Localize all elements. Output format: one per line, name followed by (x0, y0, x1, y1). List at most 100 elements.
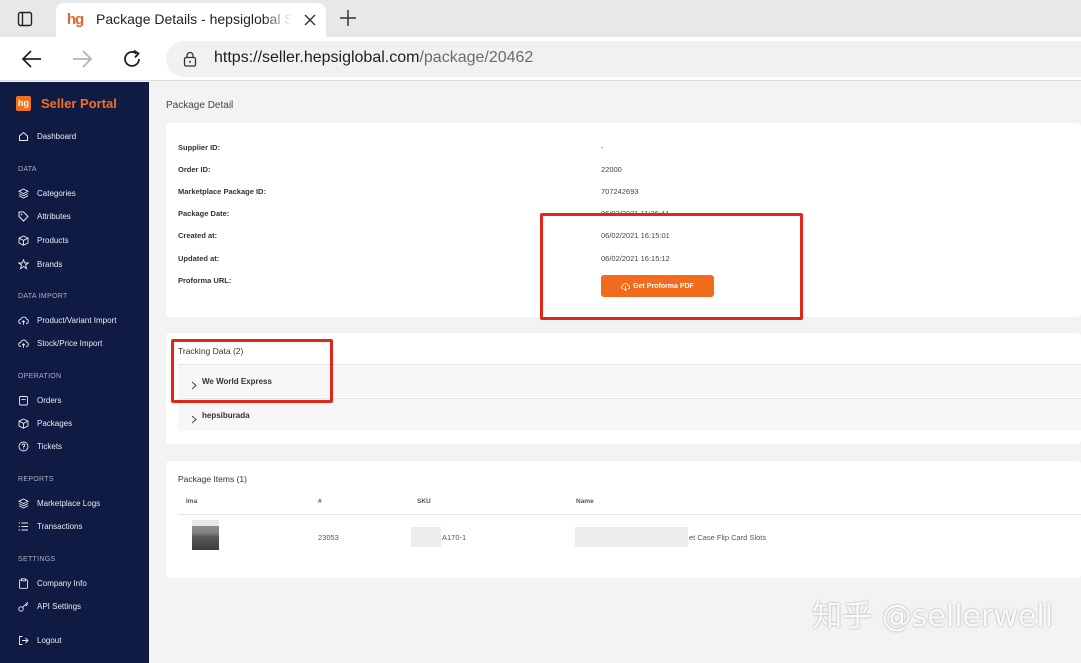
column-header-sku: SKU (417, 498, 431, 505)
forward-arrow-icon[interactable] (70, 47, 94, 71)
sidebar-item-label: Company Info (37, 578, 87, 588)
sidebar-item-label: Tickets (37, 441, 63, 451)
sidebar-item-tickets[interactable]: Tickets (18, 439, 62, 453)
tracking-item-hepsiburada[interactable]: hepsiburada (178, 398, 1081, 431)
sidebar: hg Seller Portal Dashboard DATA Categori… (0, 82, 149, 663)
sidebar-item-products[interactable]: Products (18, 233, 69, 247)
sidebar-item-label: Product/Variant Import (37, 315, 117, 325)
supplier-id-label: Supplier ID: (178, 143, 221, 152)
sidebar-item-label: Products (37, 235, 69, 245)
sidebar-section-operation: OPERATION (18, 373, 62, 380)
sidebar-item-orders[interactable]: Orders (18, 393, 61, 407)
back-arrow-icon[interactable] (20, 47, 44, 71)
tab-actions-icon[interactable] (15, 9, 35, 29)
sidebar-item-stock-import[interactable]: Stock/Price Import (18, 336, 102, 350)
column-header-name: Name (576, 498, 594, 505)
sidebar-item-label: Attributes (37, 211, 71, 221)
brand[interactable]: hg Seller Portal (16, 95, 117, 111)
layers-icon (18, 187, 29, 199)
get-proforma-pdf-button[interactable]: Get Proforma PDF (601, 275, 714, 297)
url-path: /package/20462 (419, 49, 534, 66)
close-tab-icon[interactable] (300, 10, 320, 30)
updated-at-value: 06/02/2021 16:15:12 (601, 254, 670, 263)
logout-icon (18, 635, 29, 646)
sidebar-section-settings: SETTINGS (18, 556, 56, 563)
sidebar-item-label: Categories (37, 188, 76, 198)
sidebar-item-label: Stock/Price Import (37, 338, 103, 348)
layers-icon (18, 497, 29, 509)
created-at-value: 06/02/2021 16:15:01 (601, 231, 670, 240)
order-id-label: Order ID: (178, 165, 211, 174)
tab-title: Package Details - hepsiglobal Seller Por… (96, 11, 292, 27)
home-icon (18, 131, 29, 142)
cube-icon (18, 234, 29, 246)
sidebar-item-label: Brands (37, 259, 63, 269)
star-icon (18, 258, 29, 270)
package-date-label: Package Date: (178, 209, 230, 218)
url-host: https://seller.hepsiglobal.com (214, 49, 420, 66)
tracking-item-label: hepsiburada (202, 411, 250, 420)
tracking-item-label: We World Express (202, 377, 272, 386)
clipboard-icon (18, 395, 29, 406)
list-icon (18, 521, 29, 532)
sidebar-section-reports: REPORTS (18, 476, 54, 483)
sidebar-item-api-settings[interactable]: API Settings (18, 599, 81, 613)
tag-icon (18, 211, 29, 222)
tracking-item-we-world-express[interactable]: We World Express (178, 364, 1081, 397)
new-tab-icon[interactable] (337, 7, 359, 29)
favicon-icon: hg (66, 11, 84, 29)
cloud-download-icon (621, 282, 631, 291)
sidebar-item-packages[interactable]: Packages (18, 416, 72, 430)
sidebar-item-brands[interactable]: Brands (18, 257, 62, 271)
brand-logo: hg (16, 95, 31, 111)
package-date-value: 06/02/2021 11:26:41 (601, 209, 670, 218)
table-header-divider (178, 514, 1081, 515)
chevron-right-icon (190, 411, 198, 424)
item-number: 23053 (318, 533, 339, 542)
supplier-id-value: - (601, 143, 604, 152)
browser-tab[interactable]: hg Package Details - hepsiglobal Seller … (56, 3, 326, 37)
product-thumbnail (192, 520, 219, 550)
sidebar-item-logout[interactable]: Logout (18, 633, 61, 647)
clipboard-icon (18, 577, 29, 589)
sidebar-section-data-import: DATA IMPORT (18, 293, 68, 300)
item-name: et Case Flip Card Slots (689, 533, 767, 542)
sidebar-item-label: Transactions (37, 521, 83, 531)
sidebar-item-transactions[interactable]: Transactions (18, 519, 83, 533)
order-id-value: 22000 (601, 165, 622, 174)
sidebar-item-label: Orders (37, 395, 62, 405)
sidebar-item-label: Marketplace Logs (37, 498, 101, 508)
url-text: https://seller.hepsiglobal.com/package/2… (214, 49, 533, 67)
cloud-upload-icon (18, 315, 29, 326)
page-title: Package Detail (166, 100, 234, 111)
sidebar-item-label: Packages (37, 418, 73, 428)
sidebar-item-label: Logout (37, 635, 62, 645)
sidebar-item-attributes[interactable]: Attributes (18, 209, 71, 223)
sidebar-section-data: DATA (18, 166, 37, 173)
column-header-image: Ima (186, 498, 198, 505)
sidebar-item-categories[interactable]: Categories (18, 186, 76, 200)
item-sku: A170-1 (442, 533, 467, 542)
tracking-data-card: Tracking Data (2) We World Express hepsi… (166, 333, 1081, 444)
sidebar-item-company-info[interactable]: Company Info (18, 576, 87, 590)
marketplace-package-id-label: Marketplace Package ID: (178, 187, 266, 196)
column-header-number: # (318, 498, 322, 505)
cloud-upload-icon (18, 338, 29, 349)
created-at-label: Created at: (178, 231, 218, 240)
url-field[interactable]: https://seller.hepsiglobal.com/package/2… (166, 41, 1081, 77)
sidebar-item-label: Dashboard (37, 131, 77, 141)
sidebar-item-product-import[interactable]: Product/Variant Import (18, 313, 116, 327)
redacted-region (411, 527, 441, 547)
sidebar-item-dashboard[interactable]: Dashboard (18, 129, 76, 143)
address-bar: https://seller.hepsiglobal.com/package/2… (0, 37, 1081, 81)
watermark-text: 知乎 @sellerwell (812, 599, 1053, 634)
package-icon (18, 417, 29, 429)
updated-at-label: Updated at: (178, 254, 220, 263)
lock-icon[interactable] (182, 51, 198, 67)
reload-icon[interactable] (120, 47, 144, 71)
proforma-button-label: Get Proforma PDF (633, 282, 694, 290)
marketplace-package-id-value: 707242693 (601, 187, 639, 196)
sidebar-item-label: API Settings (37, 601, 82, 611)
sidebar-item-marketplace-logs[interactable]: Marketplace Logs (18, 496, 100, 510)
key-icon (18, 601, 29, 612)
